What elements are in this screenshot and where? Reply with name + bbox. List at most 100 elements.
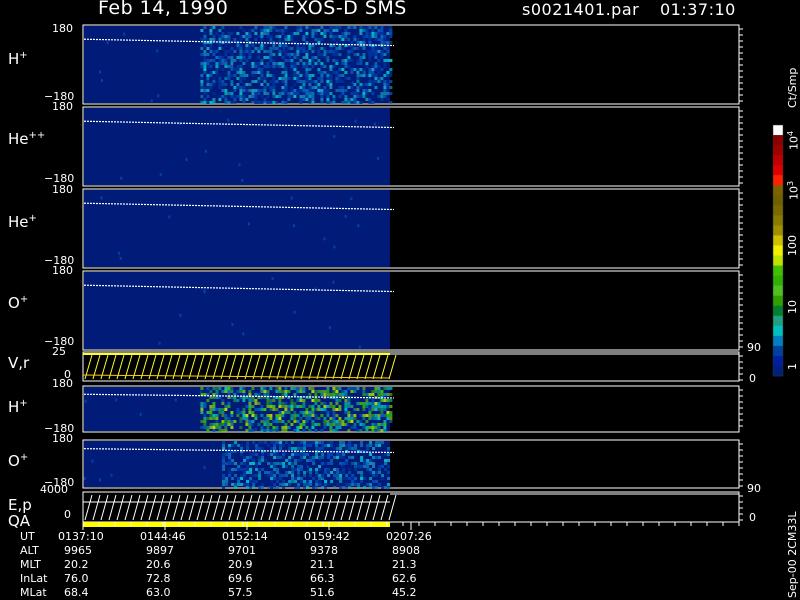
- spectrogram-cell: [353, 101, 357, 104]
- spectrogram-cell: [351, 456, 355, 459]
- spectrogram-cell: [237, 468, 241, 471]
- spectrogram-cell: [206, 426, 210, 429]
- spectrogram-cell: [228, 453, 232, 456]
- spectrogram-cell: [365, 92, 369, 95]
- spectrogram-cell: [314, 86, 318, 89]
- ephemeris-row-label: ALT: [20, 544, 39, 557]
- spectrogram-cell: [371, 429, 375, 432]
- spectrogram-cell: [251, 422, 254, 426]
- spectrogram-cell: [249, 465, 253, 468]
- spectrogram-cell: [368, 80, 372, 83]
- spectrogram-cell: [272, 44, 276, 47]
- spectrogram-cell: [203, 423, 207, 426]
- spectrogram-cell: [221, 56, 225, 59]
- spectrogram-cell: [317, 83, 321, 86]
- spectrogram-cell: [257, 101, 261, 104]
- spectrogram-cell: [222, 456, 226, 459]
- spectrogram-cell: [357, 486, 361, 489]
- spectrogram-cell: [362, 29, 366, 32]
- spectrogram-cell: [380, 68, 384, 71]
- spectrogram-cell: [374, 26, 378, 29]
- spectrogram-cell: [320, 95, 324, 98]
- spectrogram-cell: [221, 89, 225, 92]
- spectrogram-cell: [212, 59, 216, 62]
- spectrogram-cell: [377, 95, 381, 98]
- spectrogram-cell: [230, 53, 234, 56]
- spectrogram-cell: [333, 245, 336, 249]
- spectrogram-cell: [248, 426, 252, 429]
- panel-label-oplus: O+: [8, 294, 28, 312]
- spectrogram-cell: [221, 95, 225, 98]
- spectrogram-cell: [269, 402, 273, 405]
- spectrogram-cell: [308, 74, 312, 77]
- colorbar-swatch: [773, 205, 783, 216]
- spectrogram-cell: [260, 44, 264, 47]
- spectrogram-cell: [200, 74, 204, 77]
- spectrogram-cell: [203, 466, 206, 470]
- spectrogram-cell: [362, 26, 366, 29]
- spectrogram-cell: [264, 459, 268, 462]
- spectrogram-cell: [221, 35, 225, 38]
- spectrogram-cell: [368, 411, 372, 414]
- spectrogram-cell: [350, 390, 354, 393]
- spectrogram-cell: [282, 486, 286, 489]
- spectrogram-cell: [296, 405, 300, 408]
- right-axis-bottom-label: 0: [749, 372, 756, 385]
- spectrogram-cell: [314, 408, 317, 412]
- spectrogram-cell: [296, 399, 300, 402]
- spectrogram-cell: [371, 32, 375, 35]
- panel-label-charge: ++: [28, 130, 46, 141]
- spectrogram-cell: [222, 486, 226, 489]
- spectrogram-cell: [248, 429, 252, 432]
- spectrogram-cell: [357, 462, 361, 465]
- spectrogram-cell: [212, 71, 216, 74]
- colorbar-tick-base: 1: [786, 363, 799, 370]
- spectrogram-cell: [350, 47, 354, 50]
- spectrogram-cell: [200, 83, 204, 86]
- spectrogram-cell: [209, 396, 213, 399]
- spectrogram-cell: [300, 465, 304, 468]
- spectrogram-cell: [350, 71, 354, 74]
- spectrogram-cell: [236, 68, 240, 71]
- spectrogram-cell: [383, 95, 387, 98]
- spectrogram-cell: [221, 47, 225, 50]
- spectrogram-cell: [368, 59, 372, 62]
- spectrogram-cell: [311, 35, 315, 38]
- spectrogram-cell: [276, 456, 280, 459]
- spectrogram-cell: [296, 29, 300, 32]
- spectrogram-cell: [383, 62, 387, 65]
- spectrogram-cell: [212, 53, 216, 56]
- panel-label-hepp: He++: [8, 130, 45, 148]
- qa-bar: [83, 522, 390, 527]
- spectrogram-cell: [252, 474, 256, 477]
- spectrogram-cell: [270, 465, 274, 468]
- spectrogram-cell: [345, 483, 349, 486]
- spectrogram-cell: [312, 456, 316, 459]
- spectrogram-cell: [345, 462, 349, 465]
- spectrogram-cell: [377, 426, 381, 429]
- spectrogram-cell: [263, 50, 267, 53]
- spectrogram-cell: [351, 81, 354, 85]
- colorbar-swatch: [773, 255, 783, 267]
- spectrogram-cell: [380, 77, 384, 80]
- spectrogram-cell: [329, 32, 333, 35]
- spectrogram-cell: [272, 426, 276, 429]
- spectrogram-cell: [359, 414, 363, 417]
- spectrogram-cell: [239, 92, 243, 95]
- spectrogram-cell: [386, 74, 390, 77]
- spectrogram-cell: [245, 92, 249, 95]
- spectrogram-cell: [340, 463, 343, 467]
- spectrogram-cell: [269, 35, 273, 38]
- spectrogram-cell: [338, 89, 342, 92]
- spectrogram-cell: [380, 429, 384, 432]
- spectrogram-cell: [260, 77, 264, 80]
- spectrogram-cell: [339, 480, 343, 483]
- spectrogram-cell: [230, 426, 234, 429]
- spectrogram-cell: [369, 486, 373, 489]
- spectrogram-cell: [311, 80, 315, 83]
- spectrogram-cell: [359, 26, 363, 29]
- spectrogram-cell: [311, 59, 315, 62]
- spectrogram-cell: [281, 62, 285, 65]
- spectrogram-cell: [255, 444, 259, 447]
- spectrogram-cell: [380, 92, 384, 95]
